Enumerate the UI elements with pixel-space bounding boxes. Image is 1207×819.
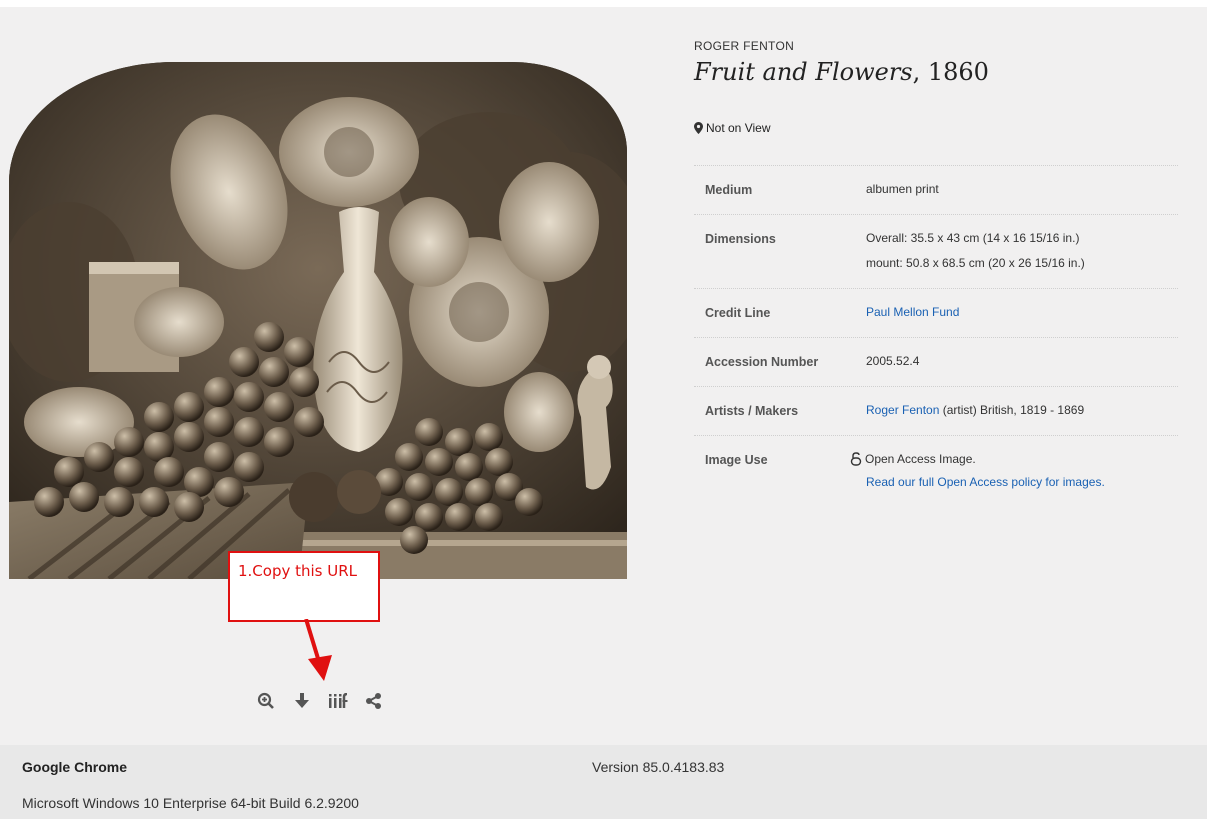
download-icon [295,693,309,708]
share-button[interactable] [356,690,392,712]
detail-label: Accession Number [705,355,819,369]
annotation-callout: 1.Copy this URL [228,551,380,622]
iiif-button[interactable] [320,690,356,712]
credit-line-link[interactable]: Paul Mellon Fund [866,305,959,319]
detail-label: Medium [705,183,753,197]
detail-row-credit: Credit Line Paul Mellon Fund [694,288,1178,337]
details-table: Medium albumen print Dimensions Overall:… [694,165,1178,506]
callout-text: 1.Copy this URL [238,562,358,580]
detail-value: mount: 50.8 x 68.5 cm (20 x 26 15/16 in.… [866,256,1085,270]
detail-value: 2005.52.4 [866,354,920,368]
detail-label: Dimensions [705,232,776,246]
detail-value: Overall: 35.5 x 43 cm (14 x 16 15/16 in.… [866,231,1080,245]
artwork-date: , 1860 [912,58,989,86]
zoom-button[interactable] [248,690,284,712]
artist-name: ROGER FENTON [694,39,795,53]
artwork-photo [9,62,627,579]
artwork-title-text: Fruit and Flowers [694,58,913,86]
artwork-image[interactable] [9,62,627,579]
detail-row-medium: Medium albumen print [694,165,1178,214]
detail-row-image-use: Image Use Open Access Image. Read our fu… [694,435,1178,506]
detail-label: Artists / Makers [705,404,799,418]
artist-info: (artist) British, 1819 - 1869 [939,403,1085,417]
download-button[interactable] [284,690,320,712]
map-pin-icon [694,122,703,134]
zoom-icon [257,692,274,709]
os-info: Microsoft Windows 10 Enterprise 64-bit B… [22,795,359,811]
share-icon [366,693,381,709]
iiif-icon [329,693,348,708]
open-access-policy-link[interactable]: Read our full Open Access policy for ima… [866,475,1105,489]
version-footer: Google Chrome Version 85.0.4183.83 Micro… [0,745,1207,819]
location-text: Not on View [706,121,771,135]
annotation-arrow-icon [304,619,332,681]
open-access-text: Open Access Image. [865,452,976,466]
unlock-icon [850,452,862,466]
detail-value: albumen print [866,182,939,196]
artwork-title: Fruit and Flowers, 1860 [694,58,989,86]
browser-name: Google Chrome [22,759,128,775]
detail-label: Credit Line [705,306,771,320]
artwork-page: 1.Copy this URL ROGER FENTON Fruit and F… [0,7,1207,745]
location-status: Not on View [694,121,770,135]
detail-row-dimensions: Dimensions Overall: 35.5 x 43 cm (14 x 1… [694,214,1178,288]
detail-label: Image Use [705,453,768,467]
browser-version: Version 85.0.4183.83 [592,759,725,775]
detail-row-accession: Accession Number 2005.52.4 [694,337,1178,386]
image-toolbar [248,690,393,712]
artist-link[interactable]: Roger Fenton [866,403,939,417]
detail-row-artists: Artists / Makers Roger Fenton (artist) B… [694,386,1178,435]
